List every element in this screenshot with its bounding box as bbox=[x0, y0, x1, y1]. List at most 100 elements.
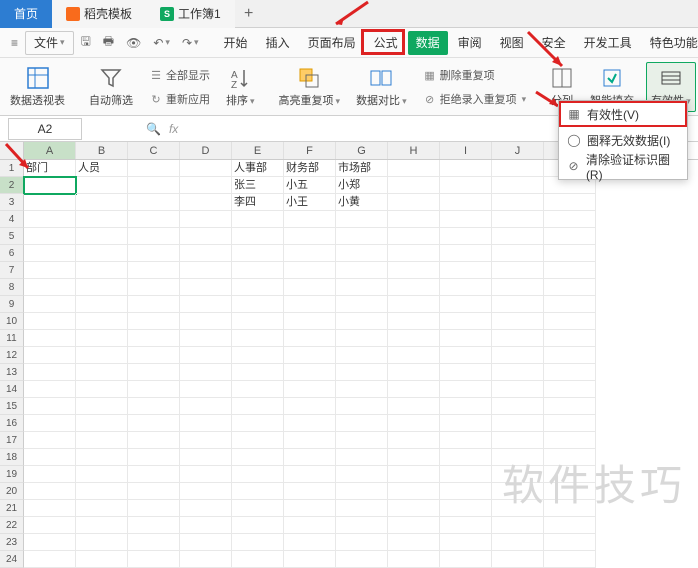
row-header-12[interactable]: 12 bbox=[0, 347, 24, 364]
cell-F13[interactable] bbox=[284, 364, 336, 381]
cell-J2[interactable] bbox=[492, 177, 544, 194]
cell-B23[interactable] bbox=[76, 534, 128, 551]
cell-J15[interactable] bbox=[492, 398, 544, 415]
cell-D23[interactable] bbox=[180, 534, 232, 551]
cell-F15[interactable] bbox=[284, 398, 336, 415]
cell-F24[interactable] bbox=[284, 551, 336, 568]
cell-C9[interactable] bbox=[128, 296, 180, 313]
cell-F10[interactable] bbox=[284, 313, 336, 330]
cell-C10[interactable] bbox=[128, 313, 180, 330]
cell-J9[interactable] bbox=[492, 296, 544, 313]
cell-K4[interactable] bbox=[544, 211, 596, 228]
cell-E16[interactable] bbox=[232, 415, 284, 432]
cell-G20[interactable] bbox=[336, 483, 388, 500]
tool-autofilter[interactable]: 自动筛选 bbox=[85, 62, 137, 112]
cell-K24[interactable] bbox=[544, 551, 596, 568]
cell-I12[interactable] bbox=[440, 347, 492, 364]
cell-C24[interactable] bbox=[128, 551, 180, 568]
cell-D16[interactable] bbox=[180, 415, 232, 432]
cell-B18[interactable] bbox=[76, 449, 128, 466]
cell-H14[interactable] bbox=[388, 381, 440, 398]
cell-A24[interactable] bbox=[24, 551, 76, 568]
cell-D3[interactable] bbox=[180, 194, 232, 211]
cell-C3[interactable] bbox=[128, 194, 180, 211]
cell-D19[interactable] bbox=[180, 466, 232, 483]
cell-G23[interactable] bbox=[336, 534, 388, 551]
menu-page-layout[interactable]: 页面布局 bbox=[300, 31, 364, 55]
cell-I17[interactable] bbox=[440, 432, 492, 449]
cell-D13[interactable] bbox=[180, 364, 232, 381]
cell-F11[interactable] bbox=[284, 330, 336, 347]
cell-G17[interactable] bbox=[336, 432, 388, 449]
cell-G14[interactable] bbox=[336, 381, 388, 398]
cell-D1[interactable] bbox=[180, 160, 232, 177]
cell-G8[interactable] bbox=[336, 279, 388, 296]
cell-I10[interactable] bbox=[440, 313, 492, 330]
col-header-B[interactable]: B bbox=[76, 142, 128, 159]
cell-J12[interactable] bbox=[492, 347, 544, 364]
cell-K12[interactable] bbox=[544, 347, 596, 364]
cell-K17[interactable] bbox=[544, 432, 596, 449]
col-header-J[interactable]: J bbox=[492, 142, 544, 159]
row-header-6[interactable]: 6 bbox=[0, 245, 24, 262]
cell-E15[interactable] bbox=[232, 398, 284, 415]
cell-C18[interactable] bbox=[128, 449, 180, 466]
cell-H16[interactable] bbox=[388, 415, 440, 432]
menu-special[interactable]: 特色功能 bbox=[642, 31, 698, 55]
cell-I3[interactable] bbox=[440, 194, 492, 211]
cell-J1[interactable] bbox=[492, 160, 544, 177]
cell-A2[interactable] bbox=[24, 177, 76, 194]
cell-F6[interactable] bbox=[284, 245, 336, 262]
cell-B17[interactable] bbox=[76, 432, 128, 449]
menu-insert[interactable]: 插入 bbox=[258, 31, 298, 55]
menu-formula[interactable]: 公式 bbox=[366, 31, 406, 55]
cell-A20[interactable] bbox=[24, 483, 76, 500]
cell-D7[interactable] bbox=[180, 262, 232, 279]
cell-F2[interactable]: 小五 bbox=[284, 177, 336, 194]
cell-A4[interactable] bbox=[24, 211, 76, 228]
menu-review[interactable]: 审阅 bbox=[450, 31, 490, 55]
row-header-23[interactable]: 23 bbox=[0, 534, 24, 551]
cell-K14[interactable] bbox=[544, 381, 596, 398]
cell-B1[interactable]: 人员 bbox=[76, 160, 128, 177]
cell-E11[interactable] bbox=[232, 330, 284, 347]
cell-A7[interactable] bbox=[24, 262, 76, 279]
cell-H13[interactable] bbox=[388, 364, 440, 381]
cell-I14[interactable] bbox=[440, 381, 492, 398]
cell-D10[interactable] bbox=[180, 313, 232, 330]
cell-I24[interactable] bbox=[440, 551, 492, 568]
cell-I6[interactable] bbox=[440, 245, 492, 262]
menu-redo-icon[interactable]: ↷ bbox=[177, 31, 204, 55]
cell-D2[interactable] bbox=[180, 177, 232, 194]
cell-D12[interactable] bbox=[180, 347, 232, 364]
cell-G7[interactable] bbox=[336, 262, 388, 279]
cell-H6[interactable] bbox=[388, 245, 440, 262]
tool-sort[interactable]: AZ 排序 bbox=[222, 62, 259, 112]
cell-F14[interactable] bbox=[284, 381, 336, 398]
cell-J24[interactable] bbox=[492, 551, 544, 568]
cell-H4[interactable] bbox=[388, 211, 440, 228]
cell-B19[interactable] bbox=[76, 466, 128, 483]
cell-E1[interactable]: 人事部 bbox=[232, 160, 284, 177]
cell-C13[interactable] bbox=[128, 364, 180, 381]
cell-D22[interactable] bbox=[180, 517, 232, 534]
cell-K16[interactable] bbox=[544, 415, 596, 432]
cell-G24[interactable] bbox=[336, 551, 388, 568]
cell-C14[interactable] bbox=[128, 381, 180, 398]
cell-F21[interactable] bbox=[284, 500, 336, 517]
cell-E21[interactable] bbox=[232, 500, 284, 517]
cell-B21[interactable] bbox=[76, 500, 128, 517]
cell-A5[interactable] bbox=[24, 228, 76, 245]
dd-circle-invalid[interactable]: ◯ 圈释无效数据(I) bbox=[559, 127, 687, 153]
cell-H20[interactable] bbox=[388, 483, 440, 500]
cell-D4[interactable] bbox=[180, 211, 232, 228]
cell-I1[interactable] bbox=[440, 160, 492, 177]
tool-reject-dup[interactable]: ⊘拒绝录入重复项 bbox=[423, 88, 527, 110]
cell-H24[interactable] bbox=[388, 551, 440, 568]
cell-F16[interactable] bbox=[284, 415, 336, 432]
cell-E8[interactable] bbox=[232, 279, 284, 296]
tool-pivot-table[interactable]: 数据透视表 bbox=[6, 62, 69, 112]
cell-H3[interactable] bbox=[388, 194, 440, 211]
cell-I7[interactable] bbox=[440, 262, 492, 279]
select-all-corner[interactable] bbox=[0, 142, 24, 159]
